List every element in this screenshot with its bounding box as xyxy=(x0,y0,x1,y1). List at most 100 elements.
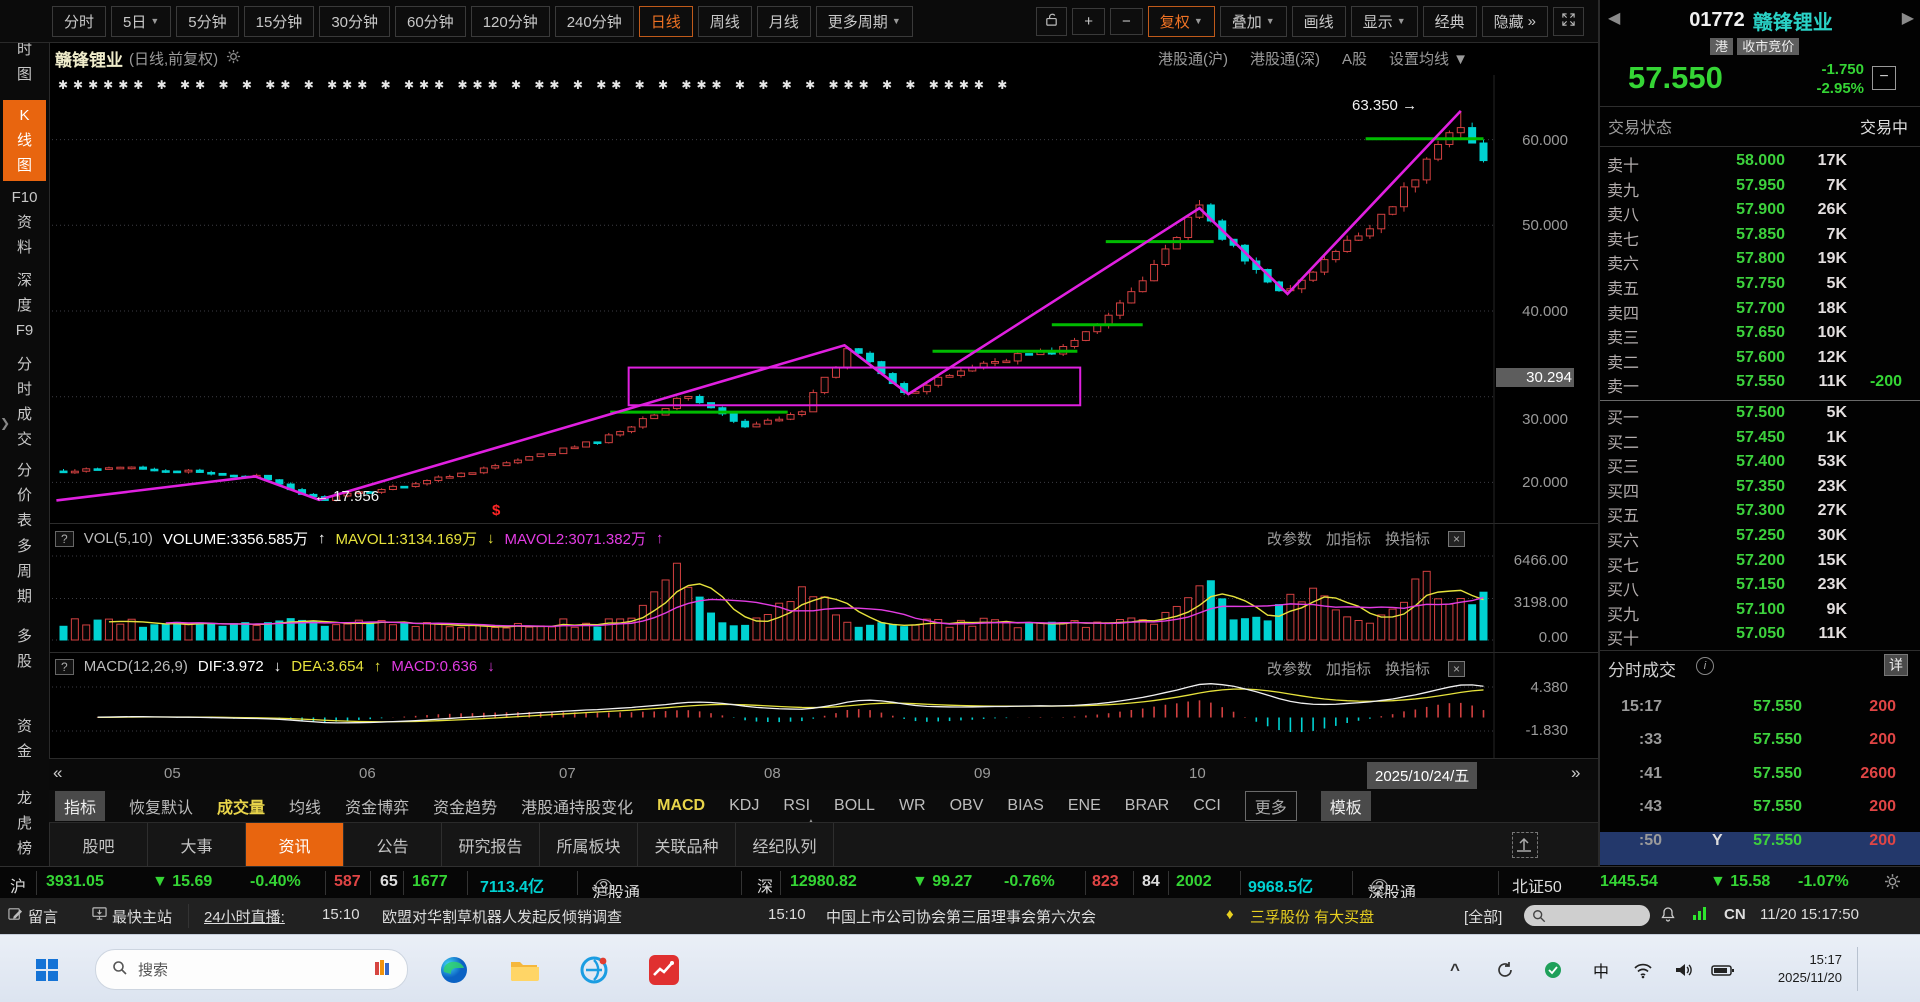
tool-button-复权[interactable]: 复权 ▼ xyxy=(1147,5,1215,37)
indicator-tab-资金博弈[interactable]: 资金博弈 xyxy=(345,794,409,818)
popout-icon[interactable] xyxy=(1512,832,1538,858)
sidebar-item-资金[interactable]: 资金 xyxy=(0,714,49,764)
indicator-tab-模板[interactable]: 模板 xyxy=(1320,791,1371,821)
ask-row-卖五[interactable]: 卖五 57.750 5K xyxy=(1600,275,1920,300)
indicator-tab-成交量[interactable]: 成交量 xyxy=(217,794,265,818)
indicator-tab-恢复默认[interactable]: 恢复默认 xyxy=(129,794,193,818)
scroll-back-icon[interactable]: « xyxy=(53,763,62,783)
wifi-icon[interactable] xyxy=(1626,953,1660,987)
taskbar-search[interactable]: 搜索 xyxy=(95,949,408,990)
flash-news-text[interactable]: 三孚股份 有大买盘 xyxy=(1250,906,1374,927)
sidebar-expand-chevron[interactable]: ❯ xyxy=(0,416,10,430)
file-explorer-icon[interactable] xyxy=(507,953,541,987)
indicator-tab-资金趋势[interactable]: 资金趋势 xyxy=(433,794,497,818)
period-tab-月线[interactable]: 月线 xyxy=(756,5,811,37)
bell-icon[interactable] xyxy=(1660,906,1676,926)
period-tab-分时[interactable]: 分时 xyxy=(52,5,107,37)
tab-公告[interactable]: 公告 xyxy=(344,823,442,867)
tray-expand-caret-icon[interactable]: ^ xyxy=(1438,953,1472,987)
tick-row[interactable]: 15:17 57.550 200 xyxy=(1600,698,1920,731)
tool-button-画线[interactable]: 画线 xyxy=(1291,5,1346,37)
indicator-control-换指标[interactable]: 换指标 xyxy=(1385,658,1430,679)
close-icon[interactable]: × xyxy=(1448,530,1466,547)
lock-button[interactable] xyxy=(1036,6,1068,36)
sidebar-item-分价表[interactable]: 分价表 xyxy=(0,458,49,533)
ask-row-卖二[interactable]: 卖二 57.600 12K xyxy=(1600,349,1920,374)
bid-row-买三[interactable]: 买三 57.400 53K xyxy=(1600,453,1920,478)
settings-gear-icon[interactable] xyxy=(1884,873,1901,895)
tool-button-叠加[interactable]: 叠加 ▼ xyxy=(1219,5,1287,37)
tick-row[interactable]: :43 57.550 200 xyxy=(1600,798,1920,831)
ask-row-卖九[interactable]: 卖九 57.950 7K xyxy=(1600,177,1920,202)
indicator-tab-CCI[interactable]: CCI xyxy=(1193,797,1221,815)
detail-button[interactable]: 详 xyxy=(1884,654,1908,676)
speaker-icon[interactable] xyxy=(1666,953,1700,987)
tool-button-+[interactable]: + xyxy=(1072,7,1106,35)
ask-row-卖七[interactable]: 卖七 57.850 7K xyxy=(1600,226,1920,251)
ie-browser-icon[interactable] xyxy=(577,953,611,987)
period-tab-15分钟[interactable]: 15分钟 xyxy=(243,5,315,37)
fastest-site-link[interactable]: 最快主站 xyxy=(112,906,172,927)
ask-row-卖八[interactable]: 卖八 57.900 26K xyxy=(1600,201,1920,226)
bid-row-买一[interactable]: 买一 57.500 5K xyxy=(1600,404,1920,429)
sidebar-item-深度F9[interactable]: 深度 F9 xyxy=(0,268,49,343)
period-tab-日线[interactable]: 日线 xyxy=(638,5,693,37)
tab-资讯[interactable]: 资讯 xyxy=(246,823,344,867)
indicator-tab-指标[interactable]: 指标 xyxy=(55,791,106,821)
ask-row-卖十[interactable]: 卖十 58.000 17K xyxy=(1600,152,1920,177)
sync-icon[interactable] xyxy=(1488,953,1522,987)
indicator-tab-更多[interactable]: 更多 xyxy=(1244,791,1297,821)
compose-icon[interactable] xyxy=(8,906,23,925)
market-link-2[interactable]: A股 xyxy=(1342,48,1367,69)
tab-经纪队列[interactable]: 经纪队列 xyxy=(736,823,834,867)
help-icon[interactable]: ? xyxy=(55,530,74,547)
ask-row-卖一[interactable]: 卖一 57.550 11K -200 xyxy=(1600,373,1920,398)
bid-row-买二[interactable]: 买二 57.450 1K xyxy=(1600,429,1920,454)
indicator-tab-WR[interactable]: WR xyxy=(899,797,926,815)
indicator-tab-MACD[interactable]: MACD xyxy=(657,797,705,815)
tick-row[interactable]: :50 Y 57.550 200 xyxy=(1600,831,1920,865)
tool-button-−[interactable]: − xyxy=(1110,7,1143,35)
tick-row[interactable]: :33 57.550 200 xyxy=(1600,731,1920,764)
period-tab-更多周期[interactable]: 更多周期 ▼ xyxy=(815,5,913,37)
indicator-control-加指标[interactable]: 加指标 xyxy=(1326,658,1371,679)
antivirus-icon[interactable] xyxy=(1536,953,1570,987)
tool-button-经典[interactable]: 经典 xyxy=(1422,5,1477,37)
ask-row-卖四[interactable]: 卖四 57.700 18K xyxy=(1600,300,1920,325)
indicator-control-加指标[interactable]: 加指标 xyxy=(1326,528,1371,549)
minimize-button[interactable]: − xyxy=(1872,66,1896,90)
battery-icon[interactable] xyxy=(1706,953,1740,987)
expand-button[interactable] xyxy=(1553,6,1584,36)
stock-header[interactable]: 01772 赣锋锂业 xyxy=(1600,6,1920,35)
bid-row-买四[interactable]: 买四 57.350 23K xyxy=(1600,478,1920,503)
bz-label[interactable]: 北证50 xyxy=(1512,873,1562,897)
period-tab-周线[interactable]: 周线 xyxy=(697,5,752,37)
stock-app-icon[interactable] xyxy=(647,953,681,987)
all-news-button[interactable]: [全部] xyxy=(1464,906,1502,927)
edge-browser-icon[interactable] xyxy=(437,953,471,987)
bid-row-买八[interactable]: 买八 57.150 23K xyxy=(1600,576,1920,601)
kline-chart[interactable] xyxy=(49,75,1598,758)
scroll-forward-icon[interactable]: » xyxy=(1571,763,1580,783)
indicator-tab-BRAR[interactable]: BRAR xyxy=(1125,797,1169,815)
market-link-1[interactable]: 港股通(深) xyxy=(1250,48,1320,69)
indicator-control-改参数[interactable]: 改参数 xyxy=(1267,658,1312,679)
tab-大事[interactable]: 大事 xyxy=(148,823,246,867)
main-site-icon[interactable] xyxy=(92,906,107,925)
market-link-0[interactable]: 港股通(沪) xyxy=(1158,48,1228,69)
indicator-tab-港股通持股变化[interactable]: 港股通持股变化 xyxy=(521,794,633,818)
indicator-tab-BIAS[interactable]: BIAS xyxy=(1007,797,1043,815)
indicator-tab-OBV[interactable]: OBV xyxy=(950,797,984,815)
bid-row-买六[interactable]: 买六 57.250 30K xyxy=(1600,527,1920,552)
period-tab-5分钟[interactable]: 5分钟 xyxy=(176,5,239,37)
tab-股吧[interactable]: 股吧 xyxy=(49,823,148,867)
tab-关联品种[interactable]: 关联品种 xyxy=(638,823,736,867)
taskbar-clock[interactable]: 15:17 2025/11/20 xyxy=(1778,951,1842,987)
bid-row-买九[interactable]: 买九 57.100 9K xyxy=(1600,601,1920,626)
indicator-control-换指标[interactable]: 换指标 xyxy=(1385,528,1430,549)
period-tab-30分钟[interactable]: 30分钟 xyxy=(319,5,390,37)
start-button[interactable] xyxy=(30,953,64,987)
period-tab-5日[interactable]: 5日 ▼ xyxy=(111,5,172,37)
market-link-3[interactable]: 设置均线 ▼ xyxy=(1389,48,1468,69)
show-desktop-divider[interactable] xyxy=(1857,947,1858,991)
